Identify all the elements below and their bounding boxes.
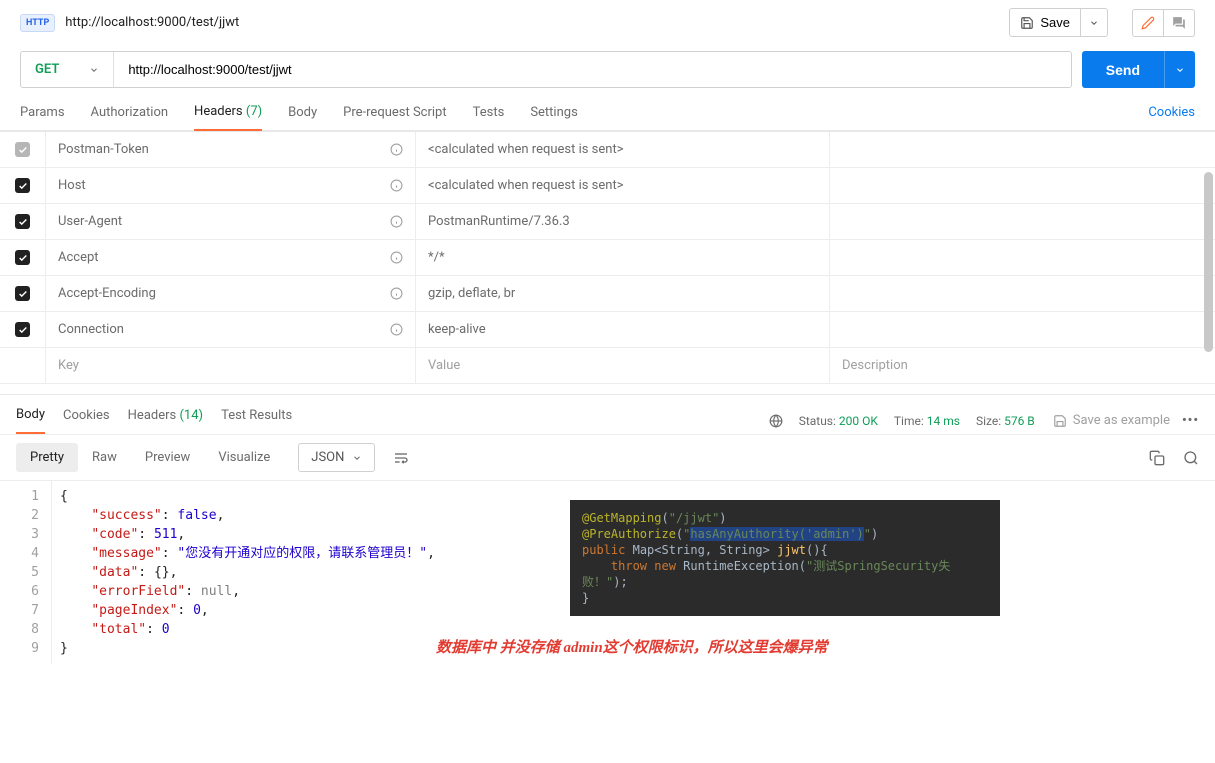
- status-info: Status: 200 OK: [799, 414, 878, 428]
- more-options-button[interactable]: •••: [1182, 413, 1199, 428]
- tab-headers-label: Headers: [194, 104, 243, 119]
- save-button[interactable]: Save: [1009, 8, 1081, 37]
- header-key[interactable]: User-Agent: [58, 214, 122, 229]
- table-row: Postman-Token <calculated when request is…: [0, 132, 1215, 168]
- checkbox[interactable]: [15, 142, 30, 157]
- wrap-icon: [393, 450, 409, 466]
- tab-tests[interactable]: Tests: [473, 95, 505, 130]
- header-key[interactable]: Accept: [58, 250, 99, 265]
- header-value[interactable]: <calculated when request is sent>: [416, 168, 830, 203]
- header-value[interactable]: PostmanRuntime/7.36.3: [416, 204, 830, 239]
- cookies-link[interactable]: Cookies: [1148, 95, 1195, 130]
- http-badge: HTTP: [20, 14, 55, 32]
- header-value[interactable]: keep-alive: [416, 312, 830, 347]
- search-button[interactable]: [1183, 450, 1199, 466]
- pencil-icon: [1141, 16, 1155, 30]
- format-select[interactable]: JSON: [298, 443, 375, 472]
- chevron-down-icon: [89, 65, 99, 75]
- save-icon: [1053, 414, 1067, 428]
- method-label: GET: [35, 62, 59, 77]
- table-row: Host <calculated when request is sent>: [0, 168, 1215, 204]
- wrap-lines-button[interactable]: [387, 444, 415, 472]
- checkbox[interactable]: [15, 286, 30, 301]
- header-key[interactable]: Accept-Encoding: [58, 286, 156, 301]
- time-info: Time: 14 ms: [894, 414, 960, 428]
- info-icon[interactable]: [390, 179, 403, 192]
- resp-tab-body[interactable]: Body: [16, 407, 45, 434]
- chevron-down-icon: [352, 453, 362, 463]
- header-key[interactable]: Connection: [58, 322, 124, 337]
- header-desc[interactable]: [830, 168, 1215, 203]
- header-desc[interactable]: [830, 204, 1215, 239]
- header-key-input[interactable]: Key: [46, 348, 416, 383]
- view-preview[interactable]: Preview: [131, 443, 204, 472]
- comment-icon: [1172, 16, 1186, 30]
- view-raw[interactable]: Raw: [78, 443, 131, 472]
- format-label: JSON: [311, 450, 344, 465]
- checkbox[interactable]: [15, 214, 30, 229]
- header-desc[interactable]: [830, 312, 1215, 347]
- scrollbar[interactable]: [1203, 152, 1215, 412]
- resp-tab-tests[interactable]: Test Results: [221, 408, 292, 433]
- save-icon: [1020, 16, 1034, 30]
- save-label: Save: [1040, 15, 1070, 30]
- header-value[interactable]: <calculated when request is sent>: [416, 132, 830, 167]
- header-desc[interactable]: [830, 240, 1215, 275]
- globe-icon[interactable]: [769, 414, 783, 428]
- checkbox[interactable]: [15, 250, 30, 265]
- info-icon[interactable]: [390, 323, 403, 336]
- url-input[interactable]: [114, 52, 1070, 87]
- info-icon[interactable]: [390, 251, 403, 264]
- header-desc[interactable]: [830, 132, 1215, 167]
- table-row: KeyValueDescription: [0, 348, 1215, 384]
- send-dropdown-button[interactable]: [1164, 51, 1195, 88]
- comment-button[interactable]: [1164, 9, 1195, 37]
- line-gutter: 123456789: [0, 481, 52, 664]
- tab-body[interactable]: Body: [288, 95, 317, 130]
- resp-tab-cookies[interactable]: Cookies: [63, 408, 110, 433]
- send-button[interactable]: Send: [1082, 51, 1164, 88]
- table-row: Accept */*: [0, 240, 1215, 276]
- chevron-down-icon: [1175, 65, 1185, 75]
- edit-button[interactable]: [1132, 9, 1164, 37]
- scrollbar-thumb[interactable]: [1204, 172, 1213, 352]
- info-icon[interactable]: [390, 215, 403, 228]
- info-icon[interactable]: [390, 287, 403, 300]
- tab-params[interactable]: Params: [20, 95, 65, 130]
- chevron-down-icon: [1089, 18, 1099, 28]
- code-overlay: @GetMapping("/jjwt") @PreAuthorize("hasA…: [570, 500, 1000, 616]
- save-example-label: Save as example: [1073, 413, 1170, 428]
- tab-headers-count: (7): [246, 104, 262, 119]
- view-visualize[interactable]: Visualize: [204, 443, 284, 472]
- size-info: Size: 576 B: [976, 414, 1035, 428]
- resp-tab-headers-label: Headers: [128, 408, 177, 423]
- header-key[interactable]: Postman-Token: [58, 142, 149, 157]
- resp-tab-headers[interactable]: Headers (14): [128, 408, 203, 433]
- view-pretty[interactable]: Pretty: [16, 443, 78, 472]
- table-row: Connection keep-alive: [0, 312, 1215, 348]
- page-title: http://localhost:9000/test/jjwt: [65, 15, 999, 30]
- resp-tab-headers-count: (14): [179, 408, 203, 423]
- method-select[interactable]: GET: [21, 52, 114, 87]
- checkbox[interactable]: [15, 322, 30, 337]
- header-desc[interactable]: [830, 276, 1215, 311]
- tab-prerequest[interactable]: Pre-request Script: [343, 95, 446, 130]
- save-as-example-button[interactable]: Save as example: [1053, 413, 1170, 428]
- table-row: User-Agent PostmanRuntime/7.36.3: [0, 204, 1215, 240]
- tab-authorization[interactable]: Authorization: [91, 95, 169, 130]
- header-desc-input[interactable]: Description: [830, 348, 1215, 383]
- table-row: Accept-Encoding gzip, deflate, br: [0, 276, 1215, 312]
- header-value[interactable]: */*: [416, 240, 830, 275]
- header-value-input[interactable]: Value: [416, 348, 830, 383]
- copy-button[interactable]: [1149, 450, 1165, 466]
- tab-headers[interactable]: Headers (7): [194, 94, 262, 131]
- save-dropdown-button[interactable]: [1081, 8, 1108, 37]
- checkbox[interactable]: [15, 178, 30, 193]
- info-icon[interactable]: [390, 143, 403, 156]
- headers-table: Postman-Token <calculated when request is…: [0, 131, 1215, 384]
- annotation-note: 数据库中 并没存储 admin这个权限标识，所以这里会爆异常: [436, 636, 828, 657]
- tab-settings[interactable]: Settings: [530, 95, 577, 130]
- header-value[interactable]: gzip, deflate, br: [416, 276, 830, 311]
- header-key[interactable]: Host: [58, 178, 86, 193]
